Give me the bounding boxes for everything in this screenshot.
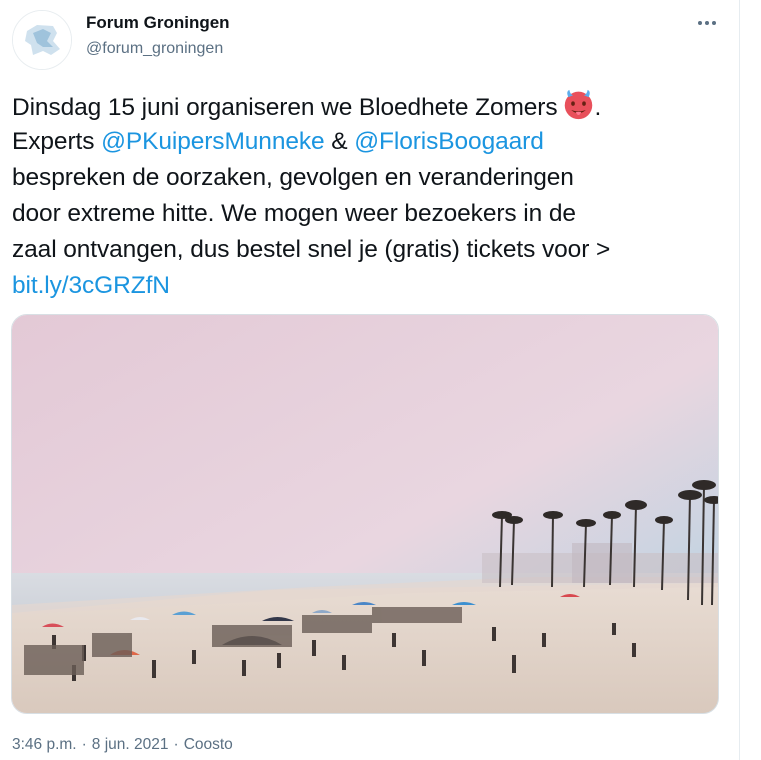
tweet-url-link[interactable]: bit.ly/3cGRZfN	[12, 272, 170, 299]
tweet-text-line-5: zaal ontvangen, dus bestel snel je (grat…	[12, 236, 611, 263]
tweet-text-ampersand: &	[324, 128, 355, 155]
more-options-icon[interactable]	[692, 10, 722, 36]
tweet-text-line-1-end: .	[594, 94, 602, 121]
tweet-text-experts: Experts	[12, 128, 102, 155]
tweet-time[interactable]: 3:46 p.m.	[12, 736, 77, 753]
tweet-date[interactable]: 8 jun. 2021	[92, 736, 169, 753]
meta-separator: ·	[81, 736, 87, 753]
meta-separator: ·	[173, 736, 179, 753]
avatar[interactable]	[12, 10, 72, 70]
mention-link-pkuipersmunneke[interactable]: @PKuipersMunneke	[101, 128, 325, 155]
tweet-text: Dinsdag 15 juni organiseren we Bloedhete…	[12, 88, 727, 304]
tweet-meta: 3:46 p.m. · 8 jun. 2021 · Coosto	[12, 736, 233, 754]
tweet-photo[interactable]	[11, 314, 719, 714]
hot-face-emoji-icon	[564, 89, 592, 120]
author-display-name[interactable]: Forum Groningen	[86, 13, 230, 33]
mention-link-florisboogaard[interactable]: @FlorisBoogaard	[354, 128, 544, 155]
timeline-border	[739, 0, 740, 760]
tweet-text-line-4: door extreme hitte. We mogen weer bezoek…	[12, 200, 576, 227]
forum-groningen-logo-icon	[13, 11, 71, 69]
author-handle[interactable]: @forum_groningen	[86, 40, 223, 58]
beach-photo	[12, 315, 718, 713]
tweet-source[interactable]: Coosto	[184, 736, 233, 753]
tweet-text-line-1: Dinsdag 15 juni organiseren we Bloedhete…	[12, 94, 558, 121]
tweet-text-line-3: bespreken de oorzaken, gevolgen en veran…	[12, 164, 574, 191]
